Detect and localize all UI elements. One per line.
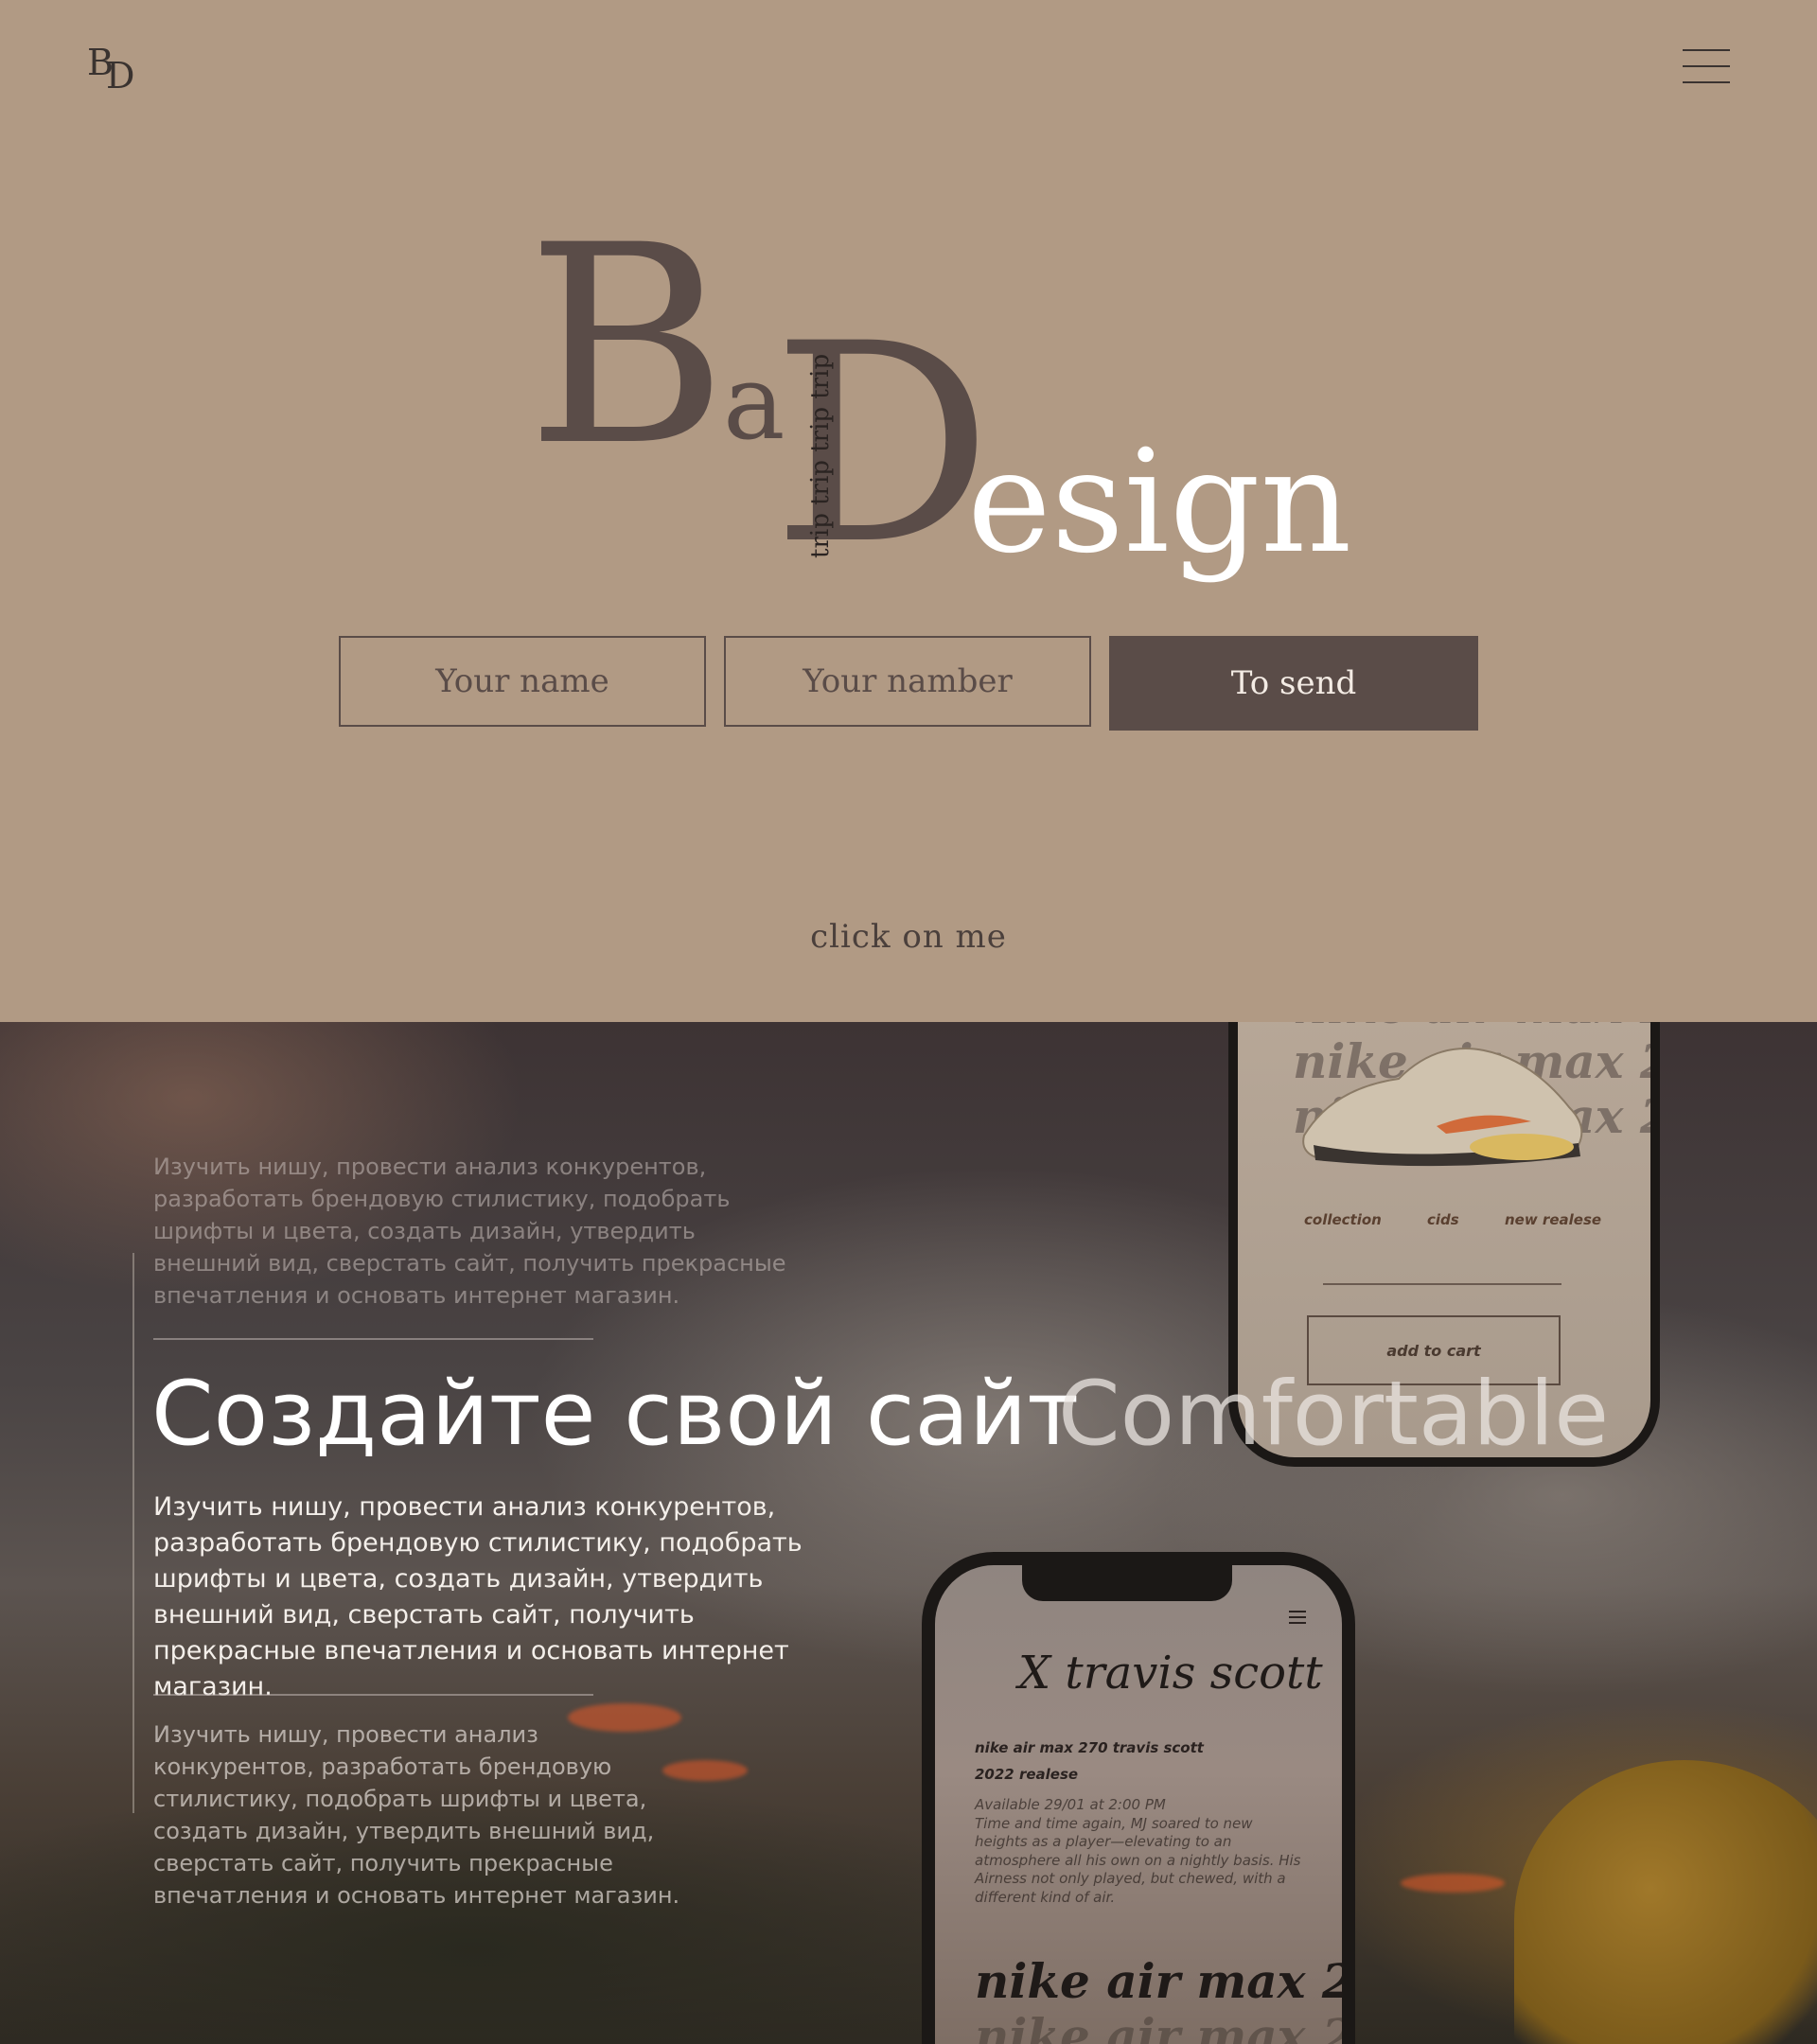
hamburger-icon[interactable] bbox=[1683, 49, 1730, 85]
hamburger-line bbox=[1289, 1622, 1306, 1624]
hamburger-line bbox=[1289, 1616, 1306, 1618]
phone-nav-new-release[interactable]: new realese bbox=[1505, 1211, 1601, 1228]
number-input[interactable] bbox=[724, 636, 1091, 727]
divider bbox=[153, 1338, 593, 1340]
release-label: 2022 realese bbox=[975, 1766, 1079, 1783]
hero-logo-d: D bbox=[772, 286, 993, 605]
phone-nav-cids[interactable]: cids bbox=[1427, 1211, 1459, 1228]
phone-big-title: nike air max 270 bbox=[975, 1953, 1355, 2009]
autumn-tree bbox=[1514, 1760, 1817, 2044]
section-headline: Создайте свой сайт bbox=[151, 1363, 1079, 1466]
hamburger-line bbox=[1289, 1611, 1306, 1612]
headline-accent: Comfortable bbox=[1058, 1363, 1610, 1466]
section-paragraph-secondary: Изучить нишу, провести анализ конкуренто… bbox=[153, 1721, 680, 1909]
phone-title: X travis scott bbox=[1018, 1647, 1323, 1700]
hamburger-line bbox=[1683, 81, 1730, 83]
hero-logo-b: B bbox=[526, 187, 728, 506]
name-input[interactable] bbox=[339, 636, 706, 727]
product-description: Available 29/01 at 2:00 PM Time and time… bbox=[975, 1796, 1301, 1906]
vertical-divider bbox=[132, 1253, 134, 1813]
product-name: nike air max 270 travis scott bbox=[975, 1739, 1204, 1756]
divider bbox=[1323, 1283, 1561, 1285]
hero-section: B D B a D esign trip trip trip trip To s… bbox=[0, 0, 1817, 1022]
fire-glow bbox=[1401, 1874, 1505, 1893]
faded-description: Изучить нишу, провести анализ конкуренто… bbox=[153, 1154, 786, 1309]
site-logo[interactable]: B D bbox=[87, 42, 144, 97]
hamburger-line bbox=[1683, 49, 1730, 51]
sneaker-image bbox=[1302, 1048, 1583, 1167]
phone-big-title-shadow: nike air max 270 bbox=[975, 2008, 1355, 2044]
hamburger-icon[interactable] bbox=[1289, 1611, 1306, 1624]
click-on-me-link[interactable]: click on me bbox=[0, 918, 1817, 956]
send-button[interactable]: To send bbox=[1109, 636, 1478, 731]
section-paragraph: Изучить нишу, провести анализ конкуренто… bbox=[153, 1492, 803, 1701]
vertical-trip-text: trip trip trip trip bbox=[806, 353, 835, 558]
logo-letter-d: D bbox=[106, 55, 135, 97]
phone-mockup-detail: X travis scott nike air max 270 travis s… bbox=[922, 1552, 1355, 2044]
phone-nav-collection[interactable]: collection bbox=[1304, 1211, 1382, 1228]
promo-section: Изучить нишу, провести анализ конкуренто… bbox=[0, 1022, 1817, 2044]
hero-logo-esign: esign bbox=[967, 420, 1352, 585]
phone-notch bbox=[1022, 1565, 1232, 1601]
hamburger-line bbox=[1683, 65, 1730, 67]
divider bbox=[153, 1694, 593, 1696]
